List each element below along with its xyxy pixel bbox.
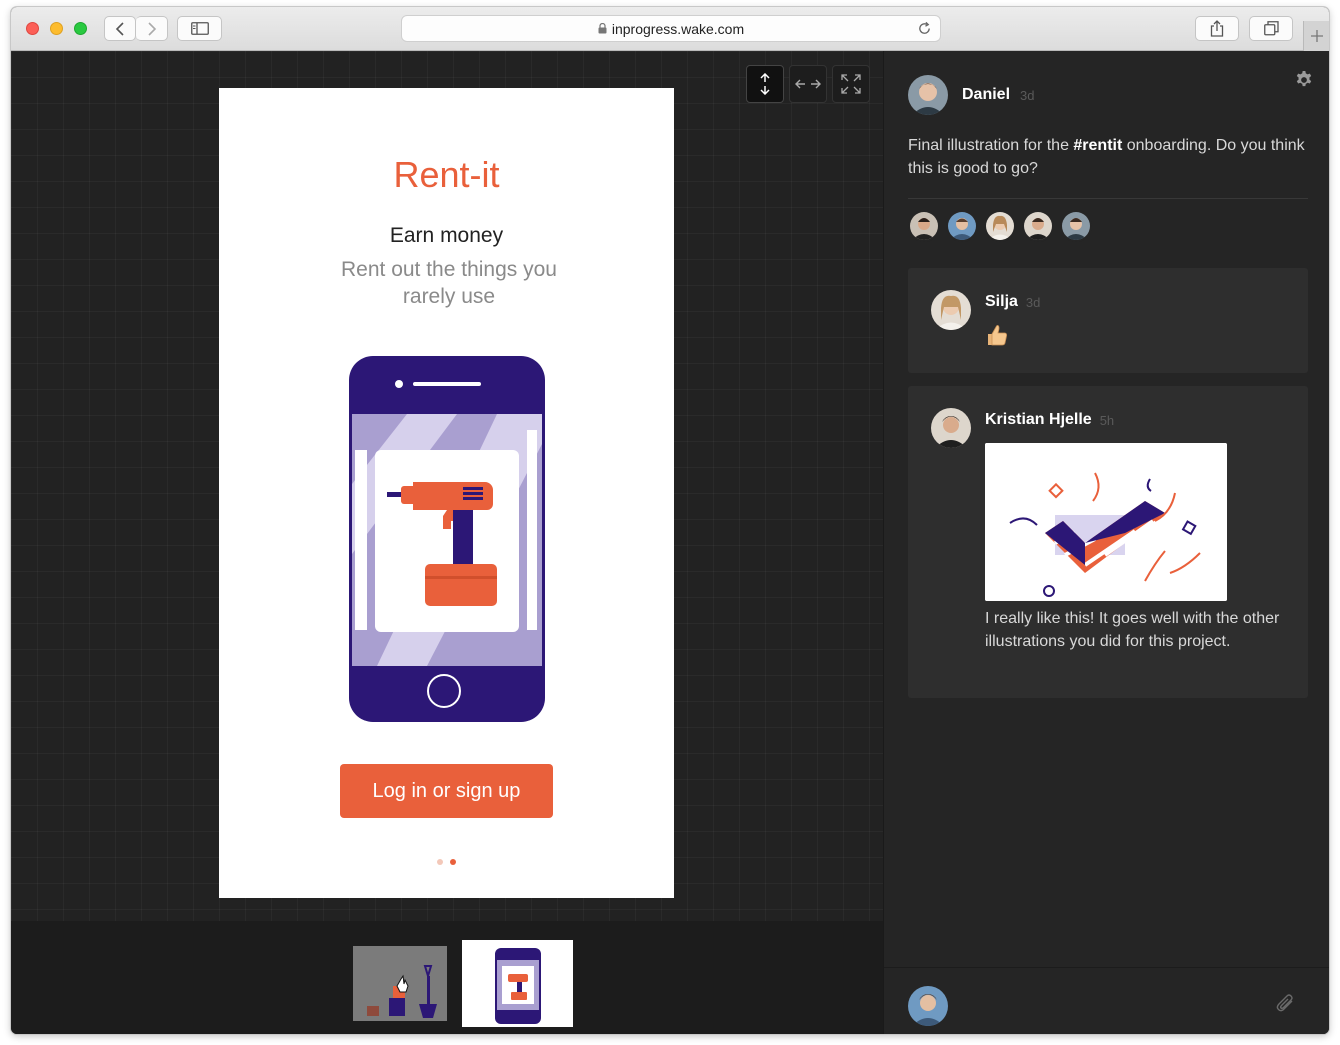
current-user-avatar (908, 986, 948, 1026)
viewer-avatar[interactable] (908, 210, 940, 242)
comment-timestamp: 3d (1025, 295, 1041, 310)
new-tab-button[interactable] (1303, 21, 1329, 51)
thumbnail-illustration (464, 942, 571, 1025)
horizontal-arrows-icon (795, 79, 821, 89)
post-header: Daniel 3d (908, 75, 1034, 115)
fit-width-button[interactable] (789, 65, 827, 103)
avatar[interactable] (908, 75, 948, 115)
chevron-left-icon (115, 21, 124, 36)
plus-icon (1310, 30, 1323, 42)
viewer-avatar[interactable] (984, 210, 1016, 242)
post-timestamp: 3d (1020, 87, 1035, 103)
minimize-window-button[interactable] (50, 22, 63, 35)
vertical-arrows-icon (760, 73, 770, 95)
page-indicator (437, 859, 456, 865)
url-text: inprogress.wake.com (611, 20, 745, 37)
viewers-avatars (908, 210, 1092, 242)
phone-drill-illustration (349, 356, 545, 722)
comment-card: Kristian Hjelle 5h I really like this! I… (908, 386, 1308, 698)
sidebar-toggle-button[interactable] (177, 16, 222, 41)
lock-icon (598, 23, 607, 34)
reload-icon[interactable] (917, 21, 932, 36)
tabs-icon (1263, 21, 1279, 36)
comment-attachment-image[interactable] (985, 443, 1227, 601)
share-icon (1210, 20, 1224, 37)
app-screen-preview: Rent-it Earn money Rent out the things y… (219, 88, 674, 898)
chevron-right-icon (147, 21, 156, 36)
browser-window: inprogress.wake.com Rent-it Earn money R… (11, 7, 1329, 1034)
page-dot-active[interactable] (450, 859, 456, 865)
comment-composer[interactable] (884, 967, 1329, 1034)
fit-height-button[interactable] (746, 65, 784, 103)
login-signup-button[interactable]: Log in or sign up (340, 764, 553, 818)
close-window-button[interactable] (26, 22, 39, 35)
comment-header: Kristian Hjelle 5h (931, 408, 1114, 448)
viewer-avatar[interactable] (1022, 210, 1054, 242)
post-author: Daniel (962, 86, 1011, 103)
expand-icon (841, 74, 861, 94)
comment-card: Silja 3d (908, 268, 1308, 373)
viewer-avatar[interactable] (1060, 210, 1092, 242)
tabs-overview-button[interactable] (1249, 16, 1293, 41)
fullscreen-button[interactable] (832, 65, 870, 103)
divider (908, 198, 1308, 199)
comment-text: I really like this! It goes well with th… (985, 610, 1280, 650)
screen-thumbnail-1[interactable] (353, 946, 447, 1021)
forward-button[interactable] (136, 16, 168, 41)
comments-sidebar: Daniel 3d Final illustration for the #re… (883, 51, 1329, 1034)
design-canvas: Rent-it Earn money Rent out the things y… (11, 51, 883, 921)
view-mode-toolbar (746, 65, 870, 103)
avatar[interactable] (931, 408, 971, 448)
screens-thumbnail-strip (11, 921, 883, 1034)
thumbs-up-icon (988, 325, 1007, 346)
avatar[interactable] (931, 290, 971, 330)
app-title: Rent-it (393, 154, 500, 195)
paperclip-icon[interactable] (1274, 992, 1296, 1014)
thumbnail-illustration (353, 946, 447, 1021)
comment-author: Silja (985, 293, 1018, 310)
onboarding-description: Rent out the things you rarely use (341, 258, 557, 308)
post-message: Final illustration for the #rentit onboa… (908, 137, 1305, 177)
comment-timestamp: 5h (1099, 413, 1115, 428)
browser-toolbar: inprogress.wake.com (11, 7, 1329, 51)
share-button[interactable] (1195, 16, 1239, 41)
screen-thumbnail-2-selected[interactable] (462, 940, 573, 1027)
page-dot[interactable] (437, 859, 443, 865)
back-button[interactable] (104, 16, 136, 41)
gear-icon[interactable] (1295, 71, 1313, 89)
address-bar[interactable]: inprogress.wake.com (401, 15, 941, 42)
onboarding-heading: Earn money (389, 224, 504, 247)
heart-check-illustration (985, 443, 1227, 601)
viewer-avatar[interactable] (946, 210, 978, 242)
comment-author: Kristian Hjelle (985, 411, 1092, 428)
hashtag-link[interactable]: #rentit (1073, 137, 1122, 154)
zoom-window-button[interactable] (74, 22, 87, 35)
sidebar-icon (190, 22, 209, 35)
